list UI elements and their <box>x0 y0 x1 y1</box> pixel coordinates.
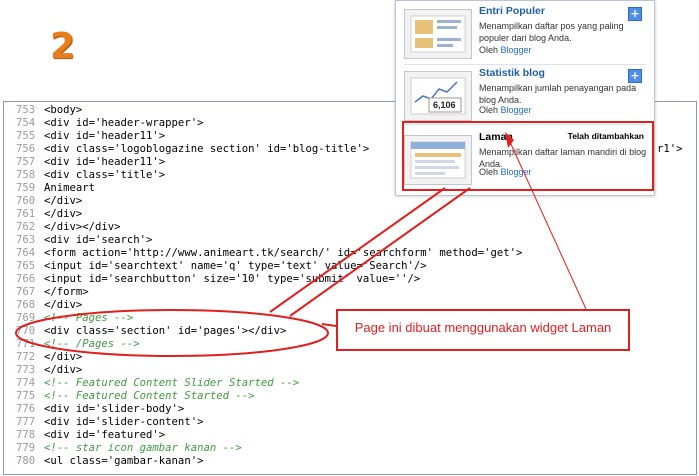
line-number: 764 <box>16 247 36 259</box>
code-line: 779 <!-- star icon gambar kanan --> <box>4 442 696 455</box>
code-text: Animeart <box>44 182 96 194</box>
code-line: 765 <input id='searchtext' name='q' type=… <box>4 260 696 273</box>
line-number: 758 <box>16 169 36 181</box>
author-link[interactable]: Blogger <box>501 45 532 55</box>
popular-posts-icon <box>404 9 472 59</box>
code-text-overflow: r1'> <box>657 143 683 155</box>
code-line: 763 <div id='search'> <box>4 234 696 247</box>
code-line: 767 </form> <box>4 286 696 299</box>
code-text: <div class='section' id='pages'></div> <box>44 325 287 337</box>
line-number: 779 <box>16 442 36 454</box>
line-number: 776 <box>16 403 36 415</box>
code-line: 764 <form action='http://www.animeart.tk/… <box>4 247 696 260</box>
divider <box>404 64 646 65</box>
code-text: <div id='search'> <box>44 234 153 246</box>
line-number: 774 <box>16 377 36 389</box>
line-number: 755 <box>16 130 36 142</box>
stats-chart-icon: 6,106 <box>404 71 472 121</box>
code-text: <!-- Featured Content Started --> <box>44 390 255 402</box>
widget-byline: Oleh Blogger <box>479 105 532 115</box>
line-number: 761 <box>16 208 36 220</box>
code-line: 775 <!-- Featured Content Started --> <box>4 390 696 403</box>
line-number: 770 <box>16 325 36 337</box>
code-line: 776 <div id='slider-body'> <box>4 403 696 416</box>
widget-byline: Oleh Blogger <box>479 45 532 55</box>
code-line: 766 <input id='searchbutton' size='10' ty… <box>4 273 696 286</box>
add-widget-button[interactable]: + <box>628 69 642 83</box>
code-text: <!-- /Pages --> <box>44 338 140 350</box>
line-number: 780 <box>16 455 36 467</box>
code-text: </form> <box>44 286 89 298</box>
widget-blog-stats[interactable]: 6,106 Statistik blog + Menampilkan jumla… <box>404 67 646 123</box>
line-number: 777 <box>16 416 36 428</box>
widget-title[interactable]: Entri Populer <box>479 5 545 17</box>
code-line: 773 </div> <box>4 364 696 377</box>
line-number: 767 <box>16 286 36 298</box>
code-text: <div id='header-wrapper'> <box>44 117 204 129</box>
code-text: <div id='header11'> <box>44 130 166 142</box>
code-line: 778 <div id='featured'> <box>4 429 696 442</box>
widget-description: Menampilkan jumlah penayangan pada blog … <box>479 83 637 105</box>
annotation-callout: Page ini dibuat menggunakan widget Laman <box>336 309 630 351</box>
code-text: <!-- Pages --> <box>44 312 134 324</box>
code-text: <form action='http://www.animeart.tk/sea… <box>44 247 523 259</box>
line-number: 771 <box>16 338 36 350</box>
code-text: </div> <box>44 208 83 220</box>
widget-title[interactable]: Statistik blog <box>479 67 545 79</box>
line-number: 769 <box>16 312 36 324</box>
code-text: </div> <box>44 195 83 207</box>
stats-count: 6,106 <box>433 100 456 110</box>
code-text: <input id='searchbutton' size='10' type=… <box>44 273 421 285</box>
callout-text: Page ini dibuat menggunakan widget Laman <box>354 320 612 335</box>
author-link[interactable]: Blogger <box>501 105 532 115</box>
code-text: <input id='searchtext' name='q' type='te… <box>44 260 427 272</box>
highlight-box <box>402 121 654 191</box>
line-number: 760 <box>16 195 36 207</box>
line-number: 753 <box>16 104 36 116</box>
line-number: 768 <box>16 299 36 311</box>
line-number: 754 <box>16 117 36 129</box>
line-number: 778 <box>16 429 36 441</box>
widget-popular-posts[interactable]: Entri Populer + Menampilkan daftar pos y… <box>404 5 646 61</box>
code-text: <div id='slider-content'> <box>44 416 204 428</box>
code-text: </div> <box>44 351 83 363</box>
code-text: <div id='slider-body'> <box>44 403 185 415</box>
add-widget-button[interactable]: + <box>628 7 642 21</box>
code-line: 774 <!-- Featured Content Slider Started … <box>4 377 696 390</box>
code-line: 772 </div> <box>4 351 696 364</box>
code-text: <!-- Featured Content Slider Started --> <box>44 377 300 389</box>
line-number: 773 <box>16 364 36 376</box>
line-number: 766 <box>16 273 36 285</box>
code-text: </div></div> <box>44 221 121 233</box>
line-number: 775 <box>16 390 36 402</box>
line-number: 756 <box>16 143 36 155</box>
line-number: 757 <box>16 156 36 168</box>
code-text: <div class='logoblogazine section' id='b… <box>44 143 370 155</box>
code-text: </div> <box>44 299 83 311</box>
code-text: <div id='header11'> <box>44 156 166 168</box>
line-number: 765 <box>16 260 36 272</box>
byline-prefix: Oleh <box>479 45 499 55</box>
step-number: 2 <box>50 26 76 67</box>
code-line: 762 </div></div> <box>4 221 696 234</box>
code-text: </div> <box>44 364 83 376</box>
code-text: <body> <box>44 104 83 116</box>
code-line: 760 </div> <box>4 195 696 208</box>
line-number: 762 <box>16 221 36 233</box>
widget-description: Menampilkan daftar pos yang paling popul… <box>479 21 624 43</box>
byline-prefix: Oleh <box>479 105 499 115</box>
code-line: 780 <ul class='gambar-kanan'> <box>4 455 696 468</box>
code-text: <!-- star icon gambar kanan --> <box>44 442 242 454</box>
code-text: <ul class='gambar-kanan'> <box>44 455 204 467</box>
line-number: 759 <box>16 182 36 194</box>
code-text: <div class='title'> <box>44 169 166 181</box>
line-number: 763 <box>16 234 36 246</box>
line-number: 772 <box>16 351 36 363</box>
code-line: 777 <div id='slider-content'> <box>4 416 696 429</box>
code-line: 761 </div> <box>4 208 696 221</box>
code-text: <div id='featured'> <box>44 429 166 441</box>
